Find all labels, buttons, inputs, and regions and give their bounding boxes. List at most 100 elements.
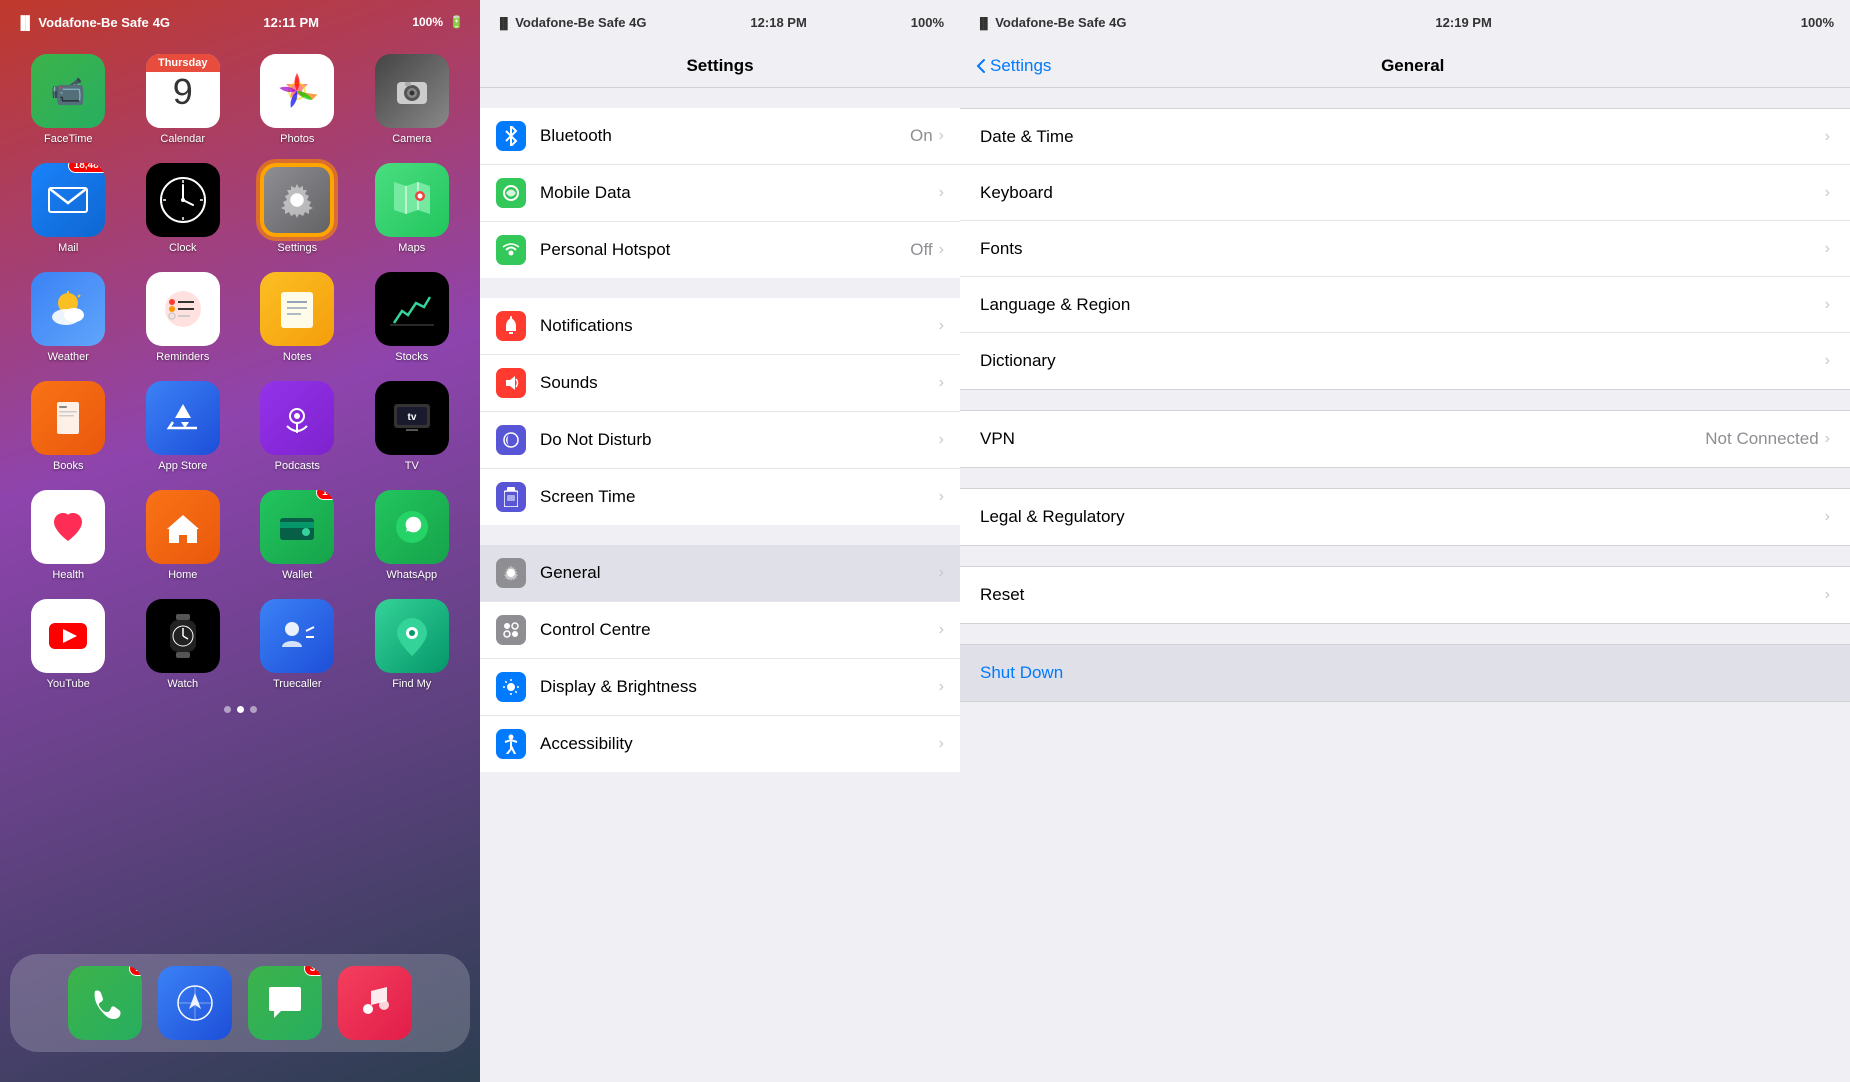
mail-label: Mail bbox=[58, 242, 78, 254]
app-findmy[interactable]: Find My bbox=[360, 599, 465, 690]
dictionary-chevron: › bbox=[1825, 352, 1830, 370]
settings-row-display[interactable]: Display & Brightness › bbox=[480, 659, 960, 716]
appstore-label: App Store bbox=[158, 460, 207, 472]
app-appstore[interactable]: App Store bbox=[131, 381, 236, 472]
app-photos[interactable]: Photos bbox=[245, 54, 350, 145]
battery-icon: 🔋 bbox=[449, 15, 464, 29]
settings-row-dnd[interactable]: Do Not Disturb › bbox=[480, 412, 960, 469]
general-row-vpn[interactable]: VPN Not Connected › bbox=[960, 411, 1850, 467]
app-youtube[interactable]: YouTube bbox=[16, 599, 121, 690]
keyboard-label: Keyboard bbox=[980, 183, 1825, 203]
app-whatsapp[interactable]: WhatsApp bbox=[360, 490, 465, 581]
app-home[interactable]: Home bbox=[131, 490, 236, 581]
settings-row-sounds[interactable]: Sounds › bbox=[480, 355, 960, 412]
app-weather[interactable]: Weather bbox=[16, 272, 121, 363]
app-facetime[interactable]: 📹 FaceTime bbox=[16, 54, 121, 145]
general-battery: 100% bbox=[1801, 15, 1834, 30]
dnd-label: Do Not Disturb bbox=[540, 430, 939, 450]
general-group-3: Legal & Regulatory › bbox=[960, 488, 1850, 546]
dictionary-label: Dictionary bbox=[980, 351, 1825, 371]
watch-icon bbox=[146, 599, 220, 673]
settings-row-mobiledata[interactable]: Mobile Data › bbox=[480, 165, 960, 222]
wallet-badge: 14 bbox=[316, 490, 334, 500]
dock-safari[interactable] bbox=[158, 966, 232, 1040]
tv-label: TV bbox=[405, 460, 419, 472]
sounds-chevron: › bbox=[939, 374, 944, 392]
calendar-label: Calendar bbox=[160, 133, 205, 145]
general-row-datetime[interactable]: Date & Time › bbox=[960, 109, 1850, 165]
settings-general-group: General › Control Centre › bbox=[480, 545, 960, 772]
general-group-5: Shut Down bbox=[960, 644, 1850, 702]
app-reminders[interactable]: Reminders bbox=[131, 272, 236, 363]
fonts-chevron: › bbox=[1825, 240, 1830, 258]
notes-icon bbox=[260, 272, 334, 346]
battery-info: 100% 🔋 bbox=[412, 15, 464, 29]
reminders-icon bbox=[146, 272, 220, 346]
settings-row-notifications[interactable]: Notifications › bbox=[480, 298, 960, 355]
legal-chevron: › bbox=[1825, 508, 1830, 526]
settings-row-controlcentre[interactable]: Control Centre › bbox=[480, 602, 960, 659]
app-calendar[interactable]: Thursday 9 Calendar bbox=[131, 54, 236, 145]
calendar-day-name: Thursday bbox=[146, 54, 220, 72]
general-row-language[interactable]: Language & Region › bbox=[960, 277, 1850, 333]
settings-row-accessibility[interactable]: Accessibility › bbox=[480, 716, 960, 772]
general-row-legal[interactable]: Legal & Regulatory › bbox=[960, 489, 1850, 545]
whatsapp-label: WhatsApp bbox=[386, 569, 437, 581]
accessibility-label: Accessibility bbox=[540, 734, 939, 754]
settings-row-hotspot[interactable]: Personal Hotspot Off › bbox=[480, 222, 960, 278]
dock-messages[interactable]: 37 bbox=[248, 966, 322, 1040]
calendar-date: 9 bbox=[173, 74, 193, 110]
bluetooth-icon bbox=[496, 121, 526, 151]
settings-time: 12:18 PM bbox=[750, 15, 806, 30]
general-chevron: › bbox=[939, 564, 944, 582]
general-row-dictionary[interactable]: Dictionary › bbox=[960, 333, 1850, 389]
back-button[interactable]: Settings bbox=[976, 56, 1051, 76]
appstore-icon bbox=[146, 381, 220, 455]
dock-music[interactable] bbox=[338, 966, 412, 1040]
general-row-reset[interactable]: Reset › bbox=[960, 567, 1850, 623]
app-stocks[interactable]: Stocks bbox=[360, 272, 465, 363]
app-truecaller[interactable]: Truecaller bbox=[245, 599, 350, 690]
settings-battery: 100% bbox=[911, 15, 944, 30]
general-row-fonts[interactable]: Fonts › bbox=[960, 221, 1850, 277]
truecaller-label: Truecaller bbox=[273, 678, 322, 690]
settings-row-bluetooth[interactable]: Bluetooth On › bbox=[480, 108, 960, 165]
dock: 1 37 bbox=[10, 954, 470, 1052]
app-mail[interactable]: 18,487 Mail bbox=[16, 163, 121, 254]
app-maps[interactable]: Maps bbox=[360, 163, 465, 254]
app-settings[interactable]: Settings bbox=[245, 163, 350, 254]
datetime-chevron: › bbox=[1825, 128, 1830, 146]
dock-phone[interactable]: 1 bbox=[68, 966, 142, 1040]
app-tv[interactable]: tv TV bbox=[360, 381, 465, 472]
accessibility-chevron: › bbox=[939, 735, 944, 753]
mobiledata-icon bbox=[496, 178, 526, 208]
vpn-label: VPN bbox=[980, 429, 1705, 449]
status-bar-settings: ▐▌ Vodafone-Be Safe 4G 12:18 PM 100% bbox=[480, 0, 960, 44]
datetime-label: Date & Time bbox=[980, 127, 1825, 147]
clock-icon bbox=[146, 163, 220, 237]
app-camera[interactable]: Camera bbox=[360, 54, 465, 145]
general-row-keyboard[interactable]: Keyboard › bbox=[960, 165, 1850, 221]
podcasts-label: Podcasts bbox=[275, 460, 320, 472]
app-watch[interactable]: Watch bbox=[131, 599, 236, 690]
app-podcasts[interactable]: Podcasts bbox=[245, 381, 350, 472]
settings-screen: ▐▌ Vodafone-Be Safe 4G 12:18 PM 100% Set… bbox=[480, 0, 960, 1082]
signal-icon: ▐▌ bbox=[16, 15, 34, 30]
mail-badge: 18,487 bbox=[68, 163, 106, 173]
app-clock[interactable]: Clock bbox=[131, 163, 236, 254]
general-label: General bbox=[540, 563, 939, 583]
general-row-shutdown[interactable]: Shut Down bbox=[960, 645, 1850, 701]
app-health[interactable]: Health bbox=[16, 490, 121, 581]
app-books[interactable]: Books bbox=[16, 381, 121, 472]
settings-row-screentime[interactable]: Screen Time › bbox=[480, 469, 960, 525]
notes-label: Notes bbox=[283, 351, 312, 363]
settings-row-general[interactable]: General › bbox=[480, 545, 960, 602]
photos-icon bbox=[260, 54, 334, 128]
calendar-icon: Thursday 9 bbox=[146, 54, 220, 128]
findmy-label: Find My bbox=[392, 678, 431, 690]
wallet-icon: 14 bbox=[260, 490, 334, 564]
phone-icon: 1 bbox=[68, 966, 142, 1040]
app-wallet[interactable]: 14 Wallet bbox=[245, 490, 350, 581]
home-label: Home bbox=[168, 569, 197, 581]
app-notes[interactable]: Notes bbox=[245, 272, 350, 363]
